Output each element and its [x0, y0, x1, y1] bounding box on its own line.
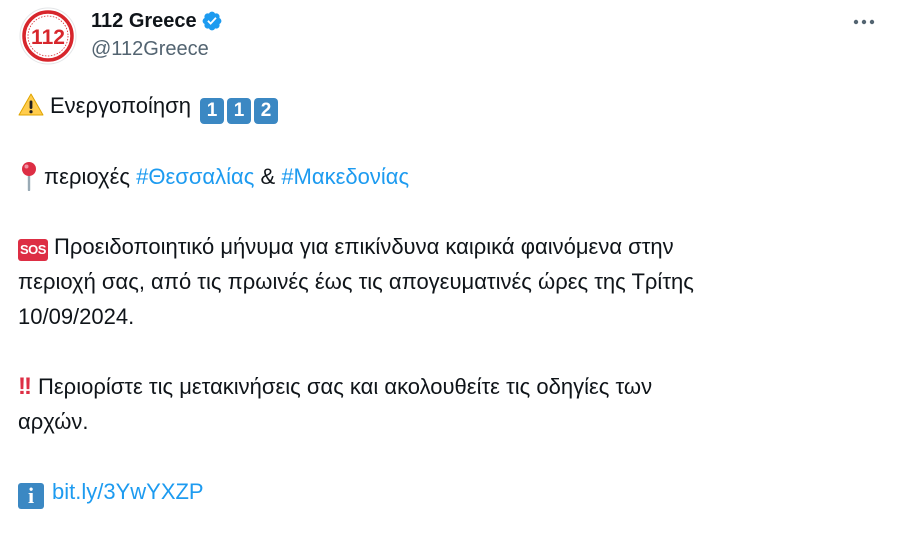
ampersand: &	[260, 164, 276, 189]
double-exclamation-icon: !!	[18, 373, 32, 400]
hashtag-makedonia-link[interactable]: #Μακεδονίας	[281, 164, 409, 189]
avatar[interactable]: 112	[18, 6, 78, 66]
tweet-text: Ενεργοποίηση 112 περιοχές #Θεσσαλίας & #…	[18, 88, 878, 509]
instruction-line-2: αρχών.	[18, 404, 878, 439]
handle[interactable]: @112Greece	[91, 38, 223, 61]
warning-icon	[18, 93, 44, 116]
author-info: 112 Greece @112Greece	[91, 8, 223, 61]
information-icon: i	[18, 483, 44, 509]
info-link-line: i bit.ly/3YwYXZP	[18, 474, 878, 509]
regions-line: περιοχές #Θεσσαλίας & #Μακεδονίας	[18, 159, 878, 194]
instruction-text-1: Περιορίστε τις μετακινήσεις σας και ακολ…	[37, 374, 653, 399]
avatar-text: 112	[31, 26, 65, 49]
warning-message-text-2: περιοχή σας, από τις πρωινές έως τις απο…	[18, 269, 694, 294]
shortlink[interactable]: bit.ly/3YwYXZP	[52, 479, 204, 504]
instruction-text-2: αρχών.	[18, 409, 89, 434]
keycap-2-icon: 2	[254, 98, 279, 124]
more-options-icon	[853, 19, 875, 25]
warning-message-text-1: Προειδοποιητικό μήνυμα για επικίνδυνα κα…	[54, 234, 674, 259]
keycap-1-icon: 1	[200, 98, 225, 124]
regions-prefix: περιοχές	[44, 164, 130, 189]
activation-line: Ενεργοποίηση 112	[18, 88, 878, 124]
activation-text: Ενεργοποίηση	[50, 93, 191, 118]
instruction-line-1: !! Περιορίστε τις μετακινήσεις σας και ακ…	[18, 369, 878, 404]
verified-badge-icon[interactable]	[201, 10, 223, 32]
tweet: 112 112 Greece @112Greece Ενεργοποίηση 1…	[0, 0, 900, 550]
display-name[interactable]: 112 Greece	[91, 10, 197, 33]
sos-button-icon: SOS	[18, 239, 48, 261]
warning-message-line-3: 10/09/2024.	[18, 299, 878, 334]
warning-message-line-2: περιοχή σας, από τις πρωινές έως τις απο…	[18, 264, 878, 299]
112-logo-icon: 112	[19, 7, 77, 65]
more-options-button[interactable]	[846, 8, 882, 36]
hashtag-thessalia-link[interactable]: #Θεσσαλίας	[136, 164, 254, 189]
round-pushpin-icon	[22, 162, 36, 191]
name-row: 112 Greece	[91, 8, 223, 34]
warning-message-line-1: SOS Προειδοποιητικό μήνυμα για επικίνδυνα…	[18, 229, 878, 264]
keycap-1-icon: 1	[227, 98, 252, 124]
warning-message-date: 10/09/2024.	[18, 304, 135, 329]
